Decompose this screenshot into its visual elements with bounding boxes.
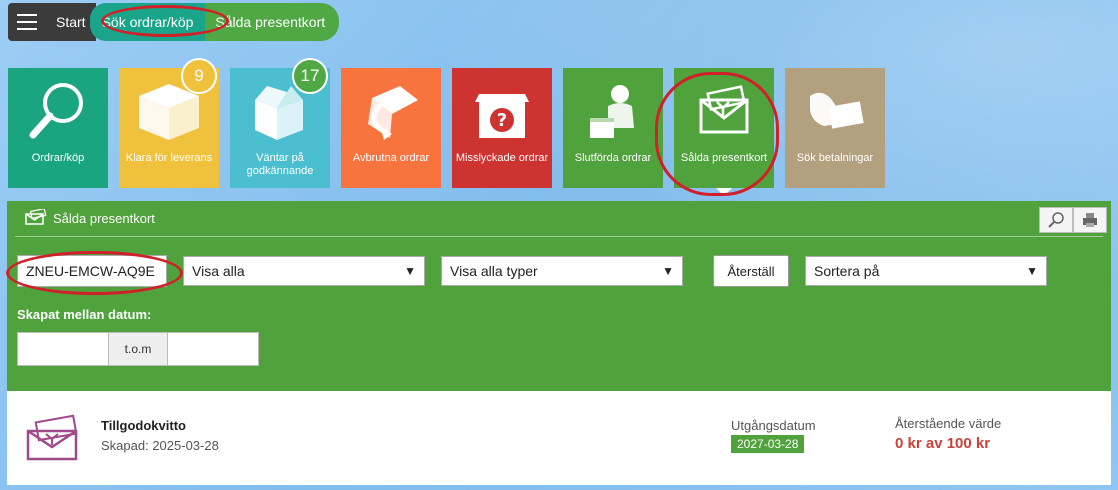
tile-label: Klara för leverans — [125, 152, 213, 164]
count-badge: 9 — [181, 58, 217, 94]
search-icon — [1048, 212, 1064, 228]
result-title: Tillgodokvitto — [101, 418, 186, 433]
breadcrumb-search-orders[interactable]: Sök ordrar/köp — [89, 3, 206, 41]
tile-ready-for-delivery[interactable]: 9 Klara för leverans — [119, 58, 219, 188]
remaining-value-label: Återstående värde — [895, 416, 1002, 431]
reset-button[interactable]: Återställ — [713, 255, 789, 287]
expiry-label: Utgångsdatum — [731, 418, 816, 433]
chevron-down-icon: ▼ — [1026, 264, 1038, 278]
count-badge: 17 — [292, 58, 328, 94]
svg-text:?: ? — [497, 110, 507, 131]
breadcrumb: Start Sök ordrar/köp Sålda presentkort — [0, 0, 340, 44]
gift-card-result-row[interactable]: Tillgodokvitto Skapad: 2025-03-28 Utgång… — [7, 391, 1111, 485]
tile-label: Ordrar/köp — [31, 152, 85, 164]
gift-envelope-icon — [25, 413, 83, 464]
question-box-icon: ? — [469, 68, 535, 152]
print-icon — [1083, 213, 1097, 227]
tile-label: Avbrutna ordrar — [352, 152, 430, 164]
panel-header: Sålda presentkort — [15, 201, 1103, 237]
hamburger-menu-button[interactable] — [8, 3, 46, 41]
tile-row: Ordrar/köp 9 Klara för leverans 17 Vänta… — [8, 58, 885, 196]
filter-controls: Visa alla ▼ Visa alla typer ▼ Återställ … — [17, 255, 1101, 289]
breadcrumb-gift-cards[interactable]: Sålda presentkort — [205, 3, 340, 41]
tile-awaiting-approval[interactable]: 17 Väntar på godkännande — [230, 58, 330, 188]
date-from-input[interactable] — [17, 332, 109, 366]
gift-card-panel: Sålda presentkort Visa alla ▼ Visa alla … — [7, 201, 1111, 391]
panel-tools — [1039, 207, 1107, 233]
date-to-input[interactable] — [167, 332, 259, 366]
tile-search-payments[interactable]: Sök betalningar — [785, 68, 885, 188]
breadcrumb-start[interactable]: Start — [46, 3, 96, 41]
status-filter-select[interactable]: Visa alla ▼ — [183, 256, 425, 286]
tile-label: Sök betalningar — [796, 152, 874, 164]
select-value: Sortera på — [814, 263, 880, 279]
gift-code-search-input[interactable] — [17, 255, 167, 287]
gift-envelope-icon — [25, 207, 47, 228]
tile-completed-orders[interactable]: Slutförda ordrar — [563, 68, 663, 188]
date-range-label: Skapat mellan datum: — [17, 307, 152, 322]
date-range: t.o.m — [17, 332, 259, 366]
expiry-badge: 2027-03-28 — [731, 435, 805, 453]
magnifier-icon — [23, 68, 93, 152]
tile-label: Väntar på godkännande — [246, 152, 314, 177]
type-filter-select[interactable]: Visa alla typer ▼ — [441, 256, 683, 286]
select-value: Visa alla — [192, 263, 245, 279]
tile-label: Slutförda ordrar — [574, 152, 652, 164]
result-created: Skapad: 2025-03-28 — [101, 438, 219, 453]
hand-money-icon — [802, 68, 868, 152]
gift-envelope-icon — [691, 68, 757, 152]
print-tool-button[interactable] — [1073, 207, 1107, 233]
delivery-man-icon — [580, 68, 646, 152]
cancel-box-icon — [358, 68, 424, 152]
tile-label: Sålda presentkort — [680, 152, 768, 164]
chevron-down-icon: ▼ — [662, 264, 674, 278]
tile-orders[interactable]: Ordrar/köp — [8, 68, 108, 188]
tile-sold-gift-cards[interactable]: Sålda presentkort — [674, 68, 774, 196]
tile-cancelled-orders[interactable]: Avbrutna ordrar — [341, 68, 441, 188]
date-separator: t.o.m — [109, 332, 167, 366]
search-tool-button[interactable] — [1039, 207, 1073, 233]
panel-title: Sålda presentkort — [53, 211, 155, 226]
tile-failed-orders[interactable]: ? Misslyckade ordrar — [452, 68, 552, 188]
chevron-down-icon: ▼ — [404, 264, 416, 278]
remaining-value: 0 kr av 100 kr — [895, 435, 991, 452]
select-value: Visa alla typer — [450, 263, 538, 279]
tile-label: Misslyckade ordrar — [455, 152, 549, 164]
sort-select[interactable]: Sortera på ▼ — [805, 256, 1047, 286]
